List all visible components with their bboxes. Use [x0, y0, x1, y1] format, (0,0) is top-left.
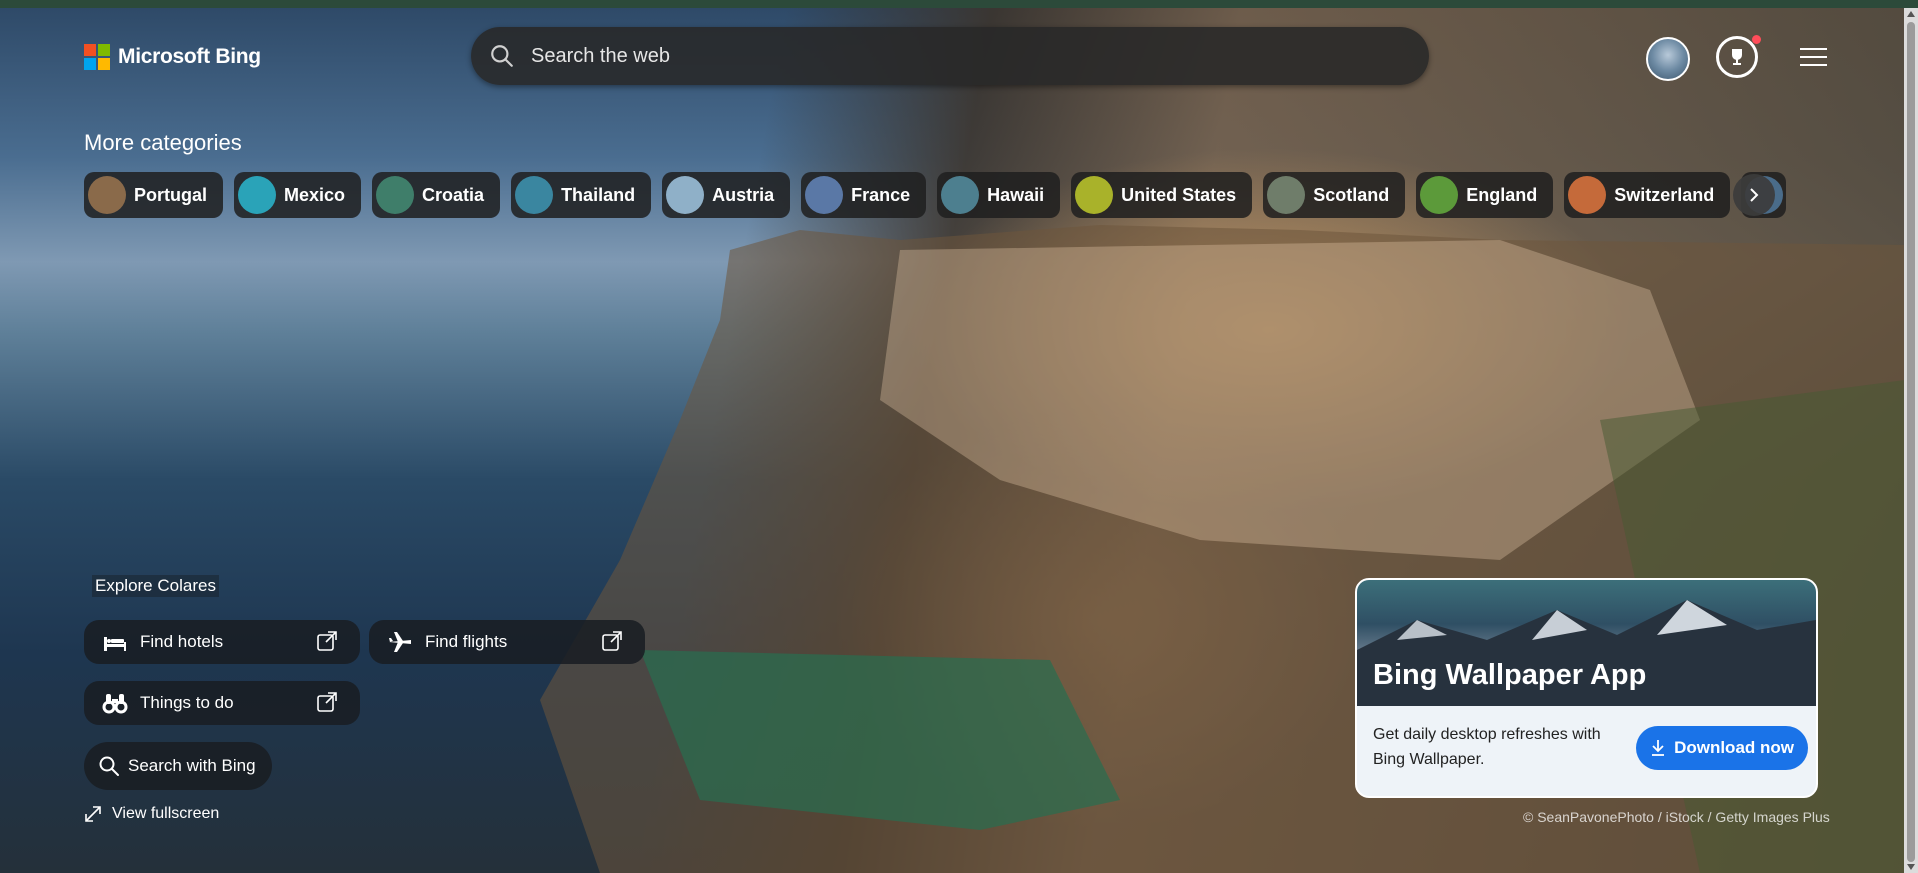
chip-label: Portugal	[134, 184, 208, 205]
chip-label: United States	[1121, 184, 1237, 205]
scroll-up-arrow[interactable]	[1907, 11, 1915, 17]
airplane-icon	[389, 632, 411, 652]
card-title: Bing Wallpaper App	[1373, 659, 1647, 691]
category-chip-switzerland[interactable]: Switzerland	[1564, 172, 1731, 218]
category-chip-portugal[interactable]: Portugal	[84, 172, 224, 218]
scrollbar-thumb[interactable]	[1907, 22, 1915, 862]
chip-thumbnail	[88, 176, 126, 214]
find-flights-label: Find flights	[425, 632, 508, 651]
category-chip-scotland[interactable]: Scotland	[1263, 172, 1406, 218]
view-fullscreen-label: View fullscreen	[112, 805, 220, 822]
hamburger-menu-icon[interactable]	[1800, 48, 1827, 66]
search-box[interactable]	[471, 27, 1429, 85]
menu-line	[1800, 48, 1827, 50]
chip-thumbnail	[1420, 176, 1459, 214]
chip-thumbnail	[238, 176, 277, 214]
scrollbar[interactable]	[1904, 8, 1918, 873]
rewards-button[interactable]	[1716, 35, 1761, 78]
notification-dot	[1752, 35, 1761, 44]
chip-label: Croatia	[422, 184, 485, 205]
find-flights-button[interactable]: Find flights	[369, 620, 645, 664]
wallpaper-app-card[interactable]: Bing Wallpaper App Get daily desktop ref…	[1355, 578, 1818, 798]
categories-title: More categories	[84, 130, 242, 155]
chip-thumbnail	[1267, 176, 1306, 214]
chevron-right-icon	[1750, 188, 1759, 202]
category-chip-united-states[interactable]: United States	[1071, 172, 1253, 218]
trophy-icon	[1732, 49, 1742, 65]
binoculars-icon	[102, 694, 128, 714]
things-to-do-label: Things to do	[140, 693, 234, 712]
category-chip-mexico[interactable]: Mexico	[234, 172, 362, 218]
chip-label: England	[1466, 184, 1538, 205]
bed-icon	[104, 637, 126, 651]
chip-label: Austria	[712, 184, 775, 205]
microsoft-logo-icon	[84, 44, 110, 70]
chip-thumbnail	[1075, 176, 1114, 214]
external-link-icon	[317, 692, 337, 712]
external-link-icon	[317, 631, 337, 651]
search-with-bing-button[interactable]: Search with Bing	[84, 742, 272, 790]
chip-thumbnail	[1568, 176, 1607, 214]
download-now-label: Download now	[1674, 738, 1794, 757]
bing-logo[interactable]: Microsoft Bing	[84, 44, 261, 70]
menu-line	[1800, 56, 1827, 58]
category-chips: Portugal Mexico Croatia Thailand Austria…	[84, 172, 1787, 218]
image-credit: © SeanPavonePhoto / iStock / Getty Image…	[1523, 809, 1830, 825]
chip-thumbnail	[515, 176, 554, 214]
logo-square-green	[98, 44, 110, 56]
chip-label: Hawaii	[987, 184, 1045, 205]
expand-icon	[85, 806, 101, 822]
find-hotels-label: Find hotels	[140, 632, 224, 651]
category-chip-hawaii[interactable]: Hawaii	[937, 172, 1061, 218]
logo-square-red	[84, 44, 96, 56]
chip-label: Scotland	[1313, 184, 1390, 205]
chip-label: Mexico	[284, 184, 346, 205]
external-link-icon	[602, 631, 622, 651]
chip-label: France	[851, 184, 911, 205]
logo-text: Microsoft Bing	[118, 45, 261, 68]
download-now-button[interactable]: Download now	[1636, 726, 1808, 770]
find-hotels-button[interactable]: Find hotels	[84, 620, 360, 664]
search-with-bing-label: Search with Bing	[128, 756, 256, 775]
chip-label: Switzerland	[1614, 184, 1715, 205]
search-input[interactable]	[529, 43, 1393, 69]
view-fullscreen-link[interactable]: View fullscreen	[84, 805, 219, 823]
category-chip-austria[interactable]: Austria	[662, 172, 791, 218]
chip-thumbnail	[805, 176, 844, 214]
card-banner: Bing Wallpaper App	[1357, 580, 1816, 706]
search-icon	[491, 45, 513, 67]
logo-square-blue	[84, 58, 96, 70]
avatar[interactable]	[1646, 37, 1690, 81]
menu-line	[1800, 64, 1827, 66]
card-description: Get daily desktop refreshes with Bing Wa…	[1373, 726, 1601, 768]
category-chip-thailand[interactable]: Thailand	[511, 172, 652, 218]
chip-thumbnail	[376, 176, 415, 214]
category-chip-france[interactable]: France	[801, 172, 927, 218]
chip-thumbnail	[941, 176, 980, 214]
explore-title: Explore Colares	[92, 575, 219, 597]
category-chip-england[interactable]: England	[1416, 172, 1554, 218]
chip-label: Thailand	[561, 184, 636, 205]
things-to-do-button[interactable]: Things to do	[84, 681, 360, 725]
search-icon	[99, 756, 119, 776]
category-chip-croatia[interactable]: Croatia	[372, 172, 501, 218]
download-icon	[1652, 740, 1665, 756]
browser-top-strip	[0, 0, 1918, 8]
categories-next-button[interactable]	[1733, 174, 1775, 216]
scroll-down-arrow[interactable]	[1907, 864, 1915, 870]
chip-thumbnail	[666, 176, 705, 214]
logo-square-yellow	[98, 58, 110, 70]
